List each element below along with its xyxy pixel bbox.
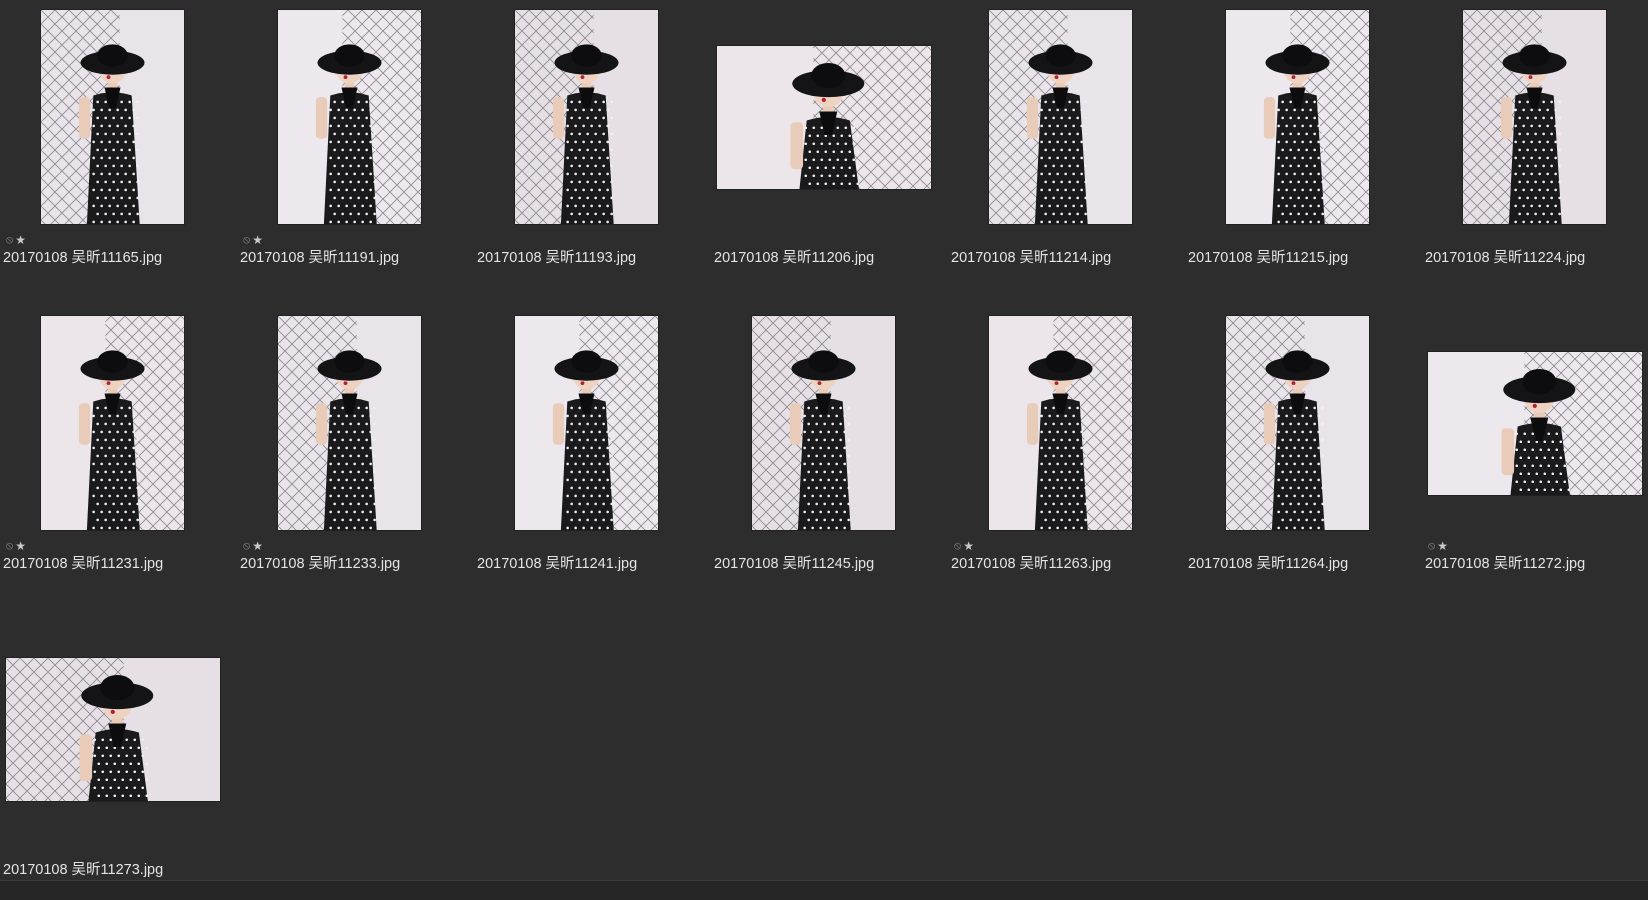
tag-icons: ⦸ ★	[1428, 540, 1448, 552]
no-entry-icon: ⦸	[954, 540, 962, 552]
thumbnail-item[interactable]: 20170108 吴昕11241.jpg	[474, 306, 711, 612]
thumbnail-item[interactable]: 20170108 吴昕11224.jpg	[1422, 0, 1648, 306]
thumbnail-image[interactable]	[6, 658, 220, 801]
thumbnail-item[interactable]: ⦸ ★ 20170108 吴昕11191.jpg	[237, 0, 474, 306]
file-name: 20170108 吴昕11191.jpg	[240, 250, 400, 266]
tag-icons: ⦸ ★	[6, 540, 26, 552]
star-icon[interactable]: ★	[15, 540, 26, 552]
file-name: 20170108 吴昕11241.jpg	[477, 556, 638, 572]
thumbnail-image[interactable]	[41, 10, 184, 224]
bottom-bar	[0, 880, 1648, 900]
thumbnail-item[interactable]: ⦸ ★ 20170108 吴昕11165.jpg	[0, 0, 237, 306]
no-entry-icon: ⦸	[6, 234, 14, 246]
file-name: 20170108 吴昕11165.jpg	[3, 250, 163, 266]
no-entry-icon: ⦸	[243, 540, 251, 552]
thumbnail-item[interactable]: ⦸ ★ 20170108 吴昕11231.jpg	[0, 306, 237, 612]
star-icon[interactable]: ★	[963, 540, 974, 552]
thumbnail-item[interactable]: 20170108 吴昕11245.jpg	[711, 306, 948, 612]
file-name: 20170108 吴昕11193.jpg	[477, 250, 637, 266]
star-icon[interactable]: ★	[252, 540, 263, 552]
thumbnail-image[interactable]	[1226, 316, 1369, 530]
thumbnail-image[interactable]	[752, 316, 895, 530]
thumbnail-item[interactable]: 20170108 吴昕11264.jpg	[1185, 306, 1422, 612]
thumbnail-item[interactable]: ⦸ ★ 20170108 吴昕11263.jpg	[948, 306, 1185, 612]
file-name: 20170108 吴昕11272.jpg	[1425, 556, 1586, 572]
thumbnail-item[interactable]: 20170108 吴昕11193.jpg	[474, 0, 711, 306]
star-icon[interactable]: ★	[252, 234, 263, 246]
thumbnail-item[interactable]: 20170108 吴昕11273.jpg	[0, 612, 237, 900]
thumbnail-image[interactable]	[717, 46, 931, 189]
thumbnail-image[interactable]	[1226, 10, 1369, 224]
thumbnail-image[interactable]	[278, 316, 421, 530]
file-name: 20170108 吴昕11206.jpg	[714, 250, 875, 266]
thumbnail-grid: ⦸ ★ 20170108 吴昕11165.jpg ⦸ ★ 20170108 吴昕1119…	[0, 0, 1648, 880]
thumbnail-image[interactable]	[989, 10, 1132, 224]
thumbnail-item[interactable]: 20170108 吴昕11215.jpg	[1185, 0, 1422, 306]
thumbnail-image[interactable]	[989, 316, 1132, 530]
no-entry-icon: ⦸	[243, 234, 251, 246]
file-name: 20170108 吴昕11214.jpg	[951, 250, 1112, 266]
file-name: 20170108 吴昕11245.jpg	[714, 556, 875, 572]
tag-icons: ⦸ ★	[243, 540, 263, 552]
file-name: 20170108 吴昕11231.jpg	[3, 556, 164, 572]
file-name: 20170108 吴昕11233.jpg	[240, 556, 401, 572]
tag-icons: ⦸ ★	[954, 540, 974, 552]
file-name: 20170108 吴昕11215.jpg	[1188, 250, 1349, 266]
tag-icons: ⦸ ★	[6, 234, 26, 246]
thumbnail-item[interactable]: ⦸ ★ 20170108 吴昕11272.jpg	[1422, 306, 1648, 612]
thumbnail-item[interactable]: 20170108 吴昕11206.jpg	[711, 0, 948, 306]
no-entry-icon: ⦸	[6, 540, 14, 552]
thumbnail-image[interactable]	[1463, 10, 1606, 224]
thumbnail-item[interactable]: 20170108 吴昕11214.jpg	[948, 0, 1185, 306]
thumbnail-image[interactable]	[278, 10, 421, 224]
tag-icons: ⦸ ★	[243, 234, 263, 246]
no-entry-icon: ⦸	[1428, 540, 1436, 552]
file-name: 20170108 吴昕11273.jpg	[3, 862, 164, 878]
thumbnail-image[interactable]	[41, 316, 184, 530]
file-name: 20170108 吴昕11263.jpg	[951, 556, 1112, 572]
star-icon[interactable]: ★	[15, 234, 26, 246]
thumbnail-image[interactable]	[1428, 352, 1642, 495]
file-name: 20170108 吴昕11264.jpg	[1188, 556, 1349, 572]
thumbnail-image[interactable]	[515, 316, 658, 530]
thumbnail-item[interactable]: ⦸ ★ 20170108 吴昕11233.jpg	[237, 306, 474, 612]
file-name: 20170108 吴昕11224.jpg	[1425, 250, 1586, 266]
thumbnail-image[interactable]	[515, 10, 658, 224]
star-icon[interactable]: ★	[1437, 540, 1448, 552]
